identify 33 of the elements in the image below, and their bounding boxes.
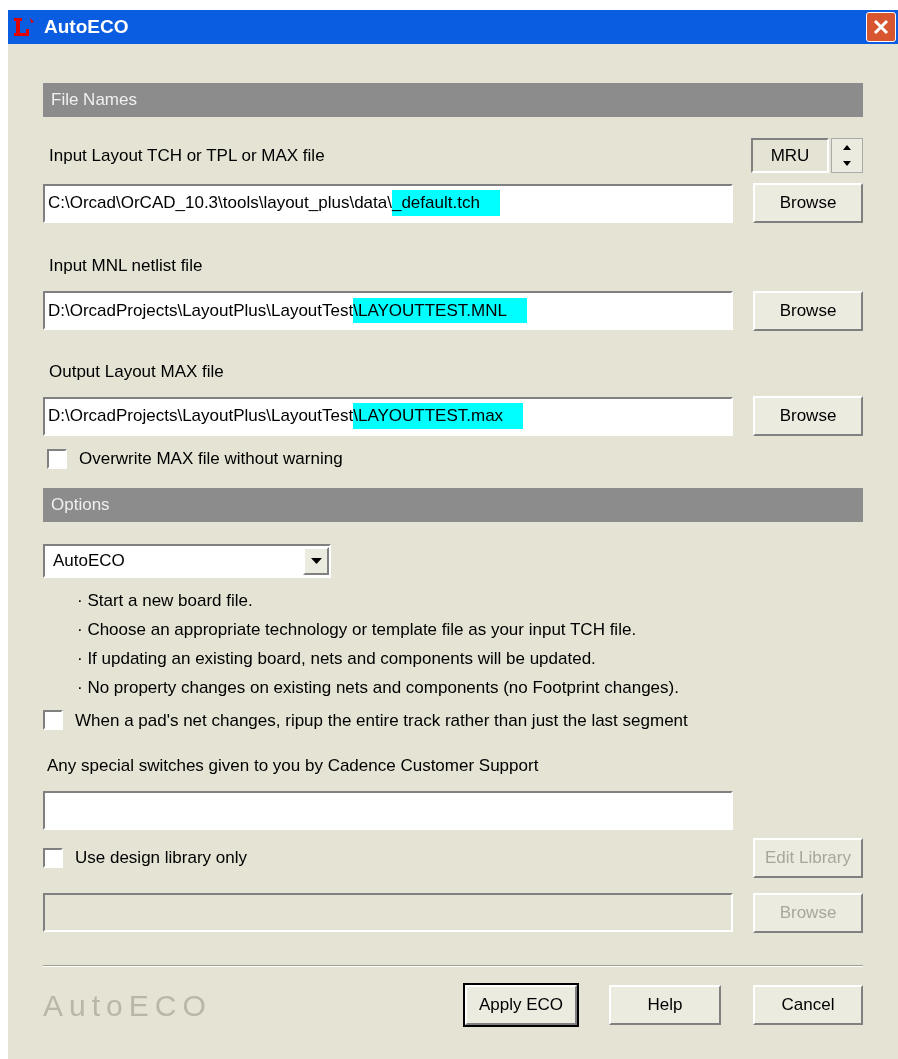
note-text: · Choose an appropriate technology or template file as your input TCH file. [77,618,638,641]
mru-label: MRU [751,138,829,173]
note-text: · Start a new board file. [77,589,254,612]
checkbox-label: Overwrite MAX file without warning [79,448,343,470]
library-field[interactable] [43,893,733,932]
window-title: AutoECO [44,14,130,39]
app-icon [12,16,36,38]
browse-button[interactable]: Browse [753,183,863,223]
checkbox-label: When a pad's net changes, ripup the entire track rather than just the last segment [75,709,688,732]
up-arrow-icon [843,144,851,150]
checkbox-label: Use design library only [75,846,247,869]
input-field[interactable] [43,790,733,830]
section-header: Options [43,487,863,522]
dialog-button[interactable]: Apply ECO [465,985,577,1025]
browse-button[interactable]: Browse [753,396,863,436]
field-label: Any special switches given to you by Cadence Customer Support [47,755,540,777]
checkbox[interactable] [47,448,67,469]
section-header: File Names [43,83,863,117]
field-label: Output Layout MAX file [49,360,224,383]
spinner[interactable] [831,138,863,173]
mode-dropdown[interactable]: AutoECO [43,543,331,578]
dialog-button[interactable]: Help [609,985,721,1025]
note-text: · If updating an existing board, nets and components will be updated. [77,647,597,670]
field-label: Input Layout TCH or TPL or MAX file [49,144,325,167]
dropdown-arrow-icon [310,557,322,564]
dialog-button[interactable]: Cancel [753,985,863,1025]
checkbox[interactable] [43,710,63,731]
close-icon [873,19,889,35]
close-button[interactable] [866,12,896,42]
down-arrow-icon [843,161,851,167]
browse-button[interactable]: Browse [753,290,863,331]
field-label: Input MNL netlist file [49,255,203,277]
note-text: · No property changes on existing nets and components (no Footprint changes). [77,676,680,699]
